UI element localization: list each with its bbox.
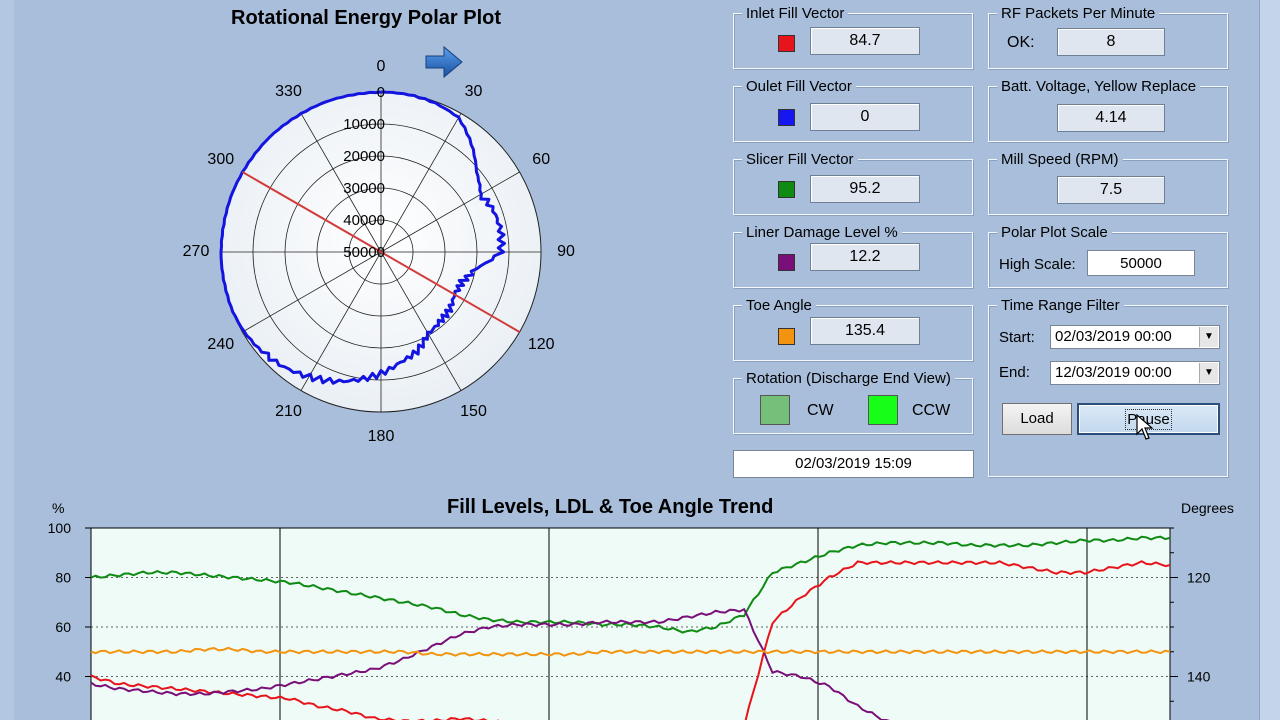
batt-voltage-title: Batt. Voltage, Yellow Replace [997, 78, 1201, 95]
polar-angle-label: 240 [207, 335, 235, 353]
rotation-group: Rotation (Discharge End View) CW CCW [733, 370, 973, 434]
polar-scale-title: Polar Plot Scale [997, 224, 1112, 241]
slicer-fill-title: Slicer Fill Vector [742, 151, 858, 168]
polar-angle-label: 30 [464, 82, 483, 100]
polar-radial-label: 30000 [343, 180, 385, 197]
slicer-color-swatch [778, 181, 795, 198]
left-unit-label: % [52, 500, 65, 516]
window-left-edge [0, 0, 14, 720]
polar-angle-label: 180 [367, 428, 395, 445]
polar-radial-label: 10000 [343, 116, 385, 133]
high-scale-label: High Scale: [999, 256, 1076, 273]
start-label: Start: [999, 329, 1035, 346]
liner-damage-group: Liner Damage Level % 12.2 [733, 224, 973, 288]
outlet-fill-group: Oulet Fill Vector 0 [733, 78, 973, 142]
end-date-select[interactable]: 12/03/2019 00:00 ▼ [1050, 361, 1220, 385]
polar-angle-label: 90 [557, 243, 575, 260]
arrow-right-icon [425, 45, 463, 79]
rf-ok-label: OK: [1007, 34, 1035, 51]
load-button[interactable]: Load [1002, 403, 1072, 435]
liner-color-swatch [778, 254, 795, 271]
time-range-title: Time Range Filter [997, 297, 1124, 314]
chevron-down-icon[interactable]: ▼ [1199, 327, 1218, 347]
end-label: End: [999, 364, 1030, 381]
polar-radial-label: 40000 [343, 212, 385, 229]
toe-angle-group: Toe Angle 135.4 [733, 297, 973, 361]
chevron-down-icon[interactable]: ▼ [1199, 363, 1218, 383]
polar-angle-label: 120 [527, 335, 555, 353]
cw-label: CW [807, 402, 834, 419]
trend-chart: 10080604020120140 [48, 520, 1211, 720]
inlet-fill-title: Inlet Fill Vector [742, 5, 849, 22]
liner-damage-value: 12.2 [810, 243, 920, 271]
right-unit-label: Degrees [1181, 500, 1234, 516]
outlet-color-swatch [778, 109, 795, 126]
rf-packets-value: 8 [1057, 28, 1165, 56]
rf-packets-title: RF Packets Per Minute [997, 5, 1160, 22]
inlet-color-swatch [778, 35, 795, 52]
left-tick-label: 80 [55, 570, 71, 586]
slicer-fill-value: 95.2 [810, 175, 920, 203]
cw-indicator [760, 395, 790, 425]
mill-speed-group: Mill Speed (RPM) 7.5 [988, 151, 1228, 215]
polar-plot-title: Rotational Energy Polar Plot [231, 7, 502, 29]
high-scale-input[interactable]: 50000 [1087, 250, 1195, 276]
polar-radial-label: 0 [377, 87, 385, 101]
ccw-indicator [868, 395, 898, 425]
rotation-title: Rotation (Discharge End View) [742, 370, 955, 387]
toe-angle-title: Toe Angle [742, 297, 816, 314]
polar-scale-group: Polar Plot Scale High Scale: 50000 [988, 224, 1228, 288]
polar-angle-label: 210 [275, 403, 302, 421]
outlet-fill-title: Oulet Fill Vector [742, 78, 856, 95]
inlet-fill-group: Inlet Fill Vector 84.7 [733, 5, 973, 69]
batt-voltage-group: Batt. Voltage, Yellow Replace 4.14 [988, 78, 1228, 142]
mill-speed-title: Mill Speed (RPM) [997, 151, 1123, 168]
start-date-value: 02/03/2019 00:00 [1055, 328, 1172, 345]
left-tick-label: 100 [48, 520, 72, 536]
toe-color-swatch [778, 328, 795, 345]
polar-angle-label: 150 [460, 403, 487, 421]
mill-speed-value: 7.5 [1057, 176, 1165, 204]
polar-angle-label: 270 [182, 243, 210, 260]
time-range-group: Time Range Filter Start: 02/03/2019 00:0… [988, 297, 1228, 477]
polar-angle-label: 300 [207, 150, 235, 168]
inlet-fill-value: 84.7 [810, 27, 920, 55]
start-date-select[interactable]: 02/03/2019 00:00 ▼ [1050, 325, 1220, 349]
polar-radial-label: 20000 [343, 148, 385, 165]
window-right-edge [1259, 0, 1280, 720]
ccw-label: CCW [912, 402, 951, 419]
polar-plot: 0 10000 20000 30000 40000 50000 [219, 87, 542, 413]
polar-radial-label: 50000 [343, 244, 385, 261]
mouse-cursor-icon [1136, 414, 1154, 440]
trend-title: Fill Levels, LDL & Toe Angle Trend [447, 496, 774, 518]
left-tick-label: 40 [55, 669, 71, 685]
toe-angle-value: 135.4 [810, 317, 920, 345]
right-tick-label: 140 [1187, 669, 1211, 685]
polar-angle-label: 330 [275, 82, 302, 100]
end-date-value: 12/03/2019 00:00 [1055, 364, 1172, 381]
liner-damage-title: Liner Damage Level % [742, 224, 902, 241]
batt-voltage-value: 4.14 [1057, 104, 1165, 132]
rf-packets-group: RF Packets Per Minute OK: 8 [988, 5, 1228, 69]
polar-angle-label: 0 [376, 58, 386, 75]
left-tick-label: 60 [55, 619, 71, 635]
outlet-fill-value: 0 [810, 103, 920, 131]
current-timestamp: 02/03/2019 15:09 [733, 450, 974, 478]
slicer-fill-group: Slicer Fill Vector 95.2 [733, 151, 973, 215]
right-tick-label: 120 [1187, 570, 1211, 586]
polar-angle-label: 60 [532, 150, 551, 168]
